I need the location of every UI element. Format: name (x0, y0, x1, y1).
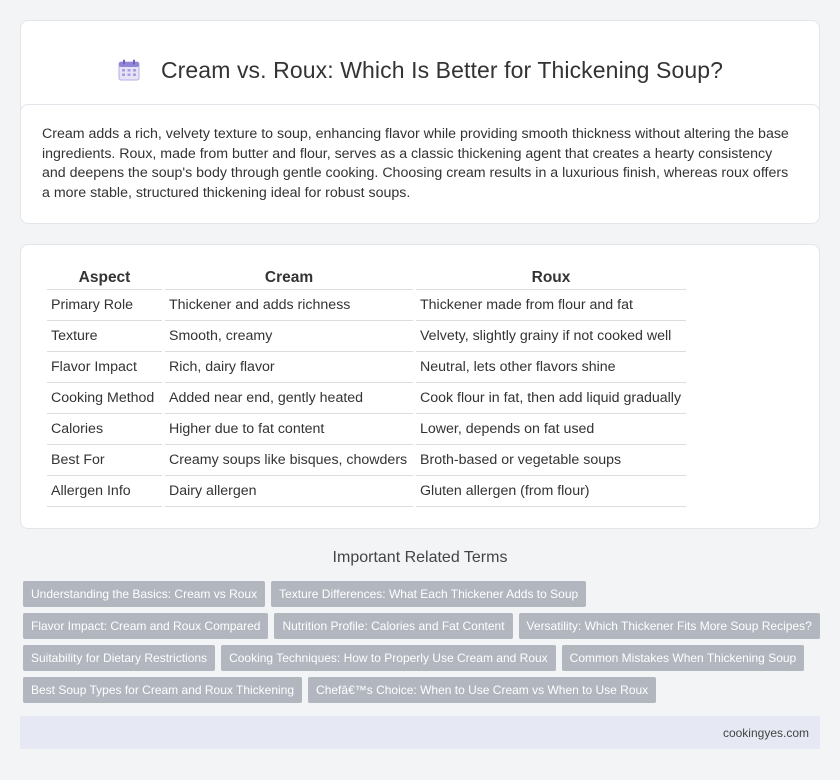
cell-aspect: Calories (47, 414, 162, 445)
cell-roux: Cook flour in fat, then add liquid gradu… (416, 383, 686, 414)
cell-roux: Gluten allergen (from flour) (416, 476, 686, 507)
cell-roux: Thickener made from flour and fat (416, 290, 686, 321)
table-row: Calories Higher due to fat content Lower… (47, 414, 686, 445)
related-term-tag[interactable]: Common Mistakes When Thickening Soup (561, 645, 805, 671)
page-title: Cream vs. Roux: Which Is Better for Thic… (160, 56, 724, 83)
table-row: Allergen Info Dairy allergen Gluten alle… (47, 476, 686, 507)
footer: cookingyes.com (20, 716, 820, 749)
header-roux: Roux (416, 267, 686, 290)
cell-aspect: Flavor Impact (47, 352, 162, 383)
cell-cream: Creamy soups like bisques, chowders (165, 445, 413, 476)
cell-aspect: Best For (47, 445, 162, 476)
related-term-tag[interactable]: Understanding the Basics: Cream vs Roux (23, 581, 266, 607)
cell-cream: Smooth, creamy (165, 321, 413, 352)
cell-cream: Rich, dairy flavor (165, 352, 413, 383)
cell-cream: Higher due to fat content (165, 414, 413, 445)
cell-roux: Broth-based or vegetable soups (416, 445, 686, 476)
related-term-tag[interactable]: Flavor Impact: Cream and Roux Compared (23, 613, 269, 639)
header-aspect: Aspect (47, 267, 162, 290)
table-row: Texture Smooth, creamy Velvety, slightly… (47, 321, 686, 352)
related-term-tag[interactable]: Chefâ€™s Choice: When to Use Cream vs Wh… (308, 677, 657, 703)
related-term-tag[interactable]: Cooking Techniques: How to Properly Use … (221, 645, 556, 671)
related-terms-heading: Important Related Terms (332, 549, 508, 566)
cell-aspect: Primary Role (47, 290, 162, 321)
header-cream: Cream (165, 267, 413, 290)
table-row: Primary Role Thickener and adds richness… (47, 290, 686, 321)
table-row: Best For Creamy soups like bisques, chow… (47, 445, 686, 476)
cell-roux: Neutral, lets other flavors shine (416, 352, 686, 383)
cell-roux: Velvety, slightly grainy if not cooked w… (416, 321, 686, 352)
intro-text: Cream adds a rich, velvety texture to so… (42, 126, 789, 201)
calendar-icon (117, 58, 141, 82)
cell-cream: Thickener and adds richness (165, 290, 413, 321)
table-row: Cooking Method Added near end, gently he… (47, 383, 686, 414)
related-term-tag[interactable]: Suitability for Dietary Restrictions (23, 645, 216, 671)
related-term-tag[interactable]: Best Soup Types for Cream and Roux Thick… (23, 677, 303, 703)
related-term-tag[interactable]: Versatility: Which Thickener Fits More S… (518, 613, 820, 639)
cell-cream: Dairy allergen (165, 476, 413, 507)
footer-site-link[interactable]: cookingyes.com (723, 726, 809, 740)
comparison-card: Aspect Cream Roux Primary Role Thickener… (20, 244, 820, 529)
comparison-table: Aspect Cream Roux Primary Role Thickener… (44, 267, 689, 507)
cell-aspect: Texture (47, 321, 162, 352)
cell-aspect: Cooking Method (47, 383, 162, 414)
table-header-row: Aspect Cream Roux (47, 267, 686, 290)
cell-roux: Lower, depends on fat used (416, 414, 686, 445)
related-terms-list: Understanding the Basics: Cream vs Roux … (23, 581, 823, 703)
cell-aspect: Allergen Info (47, 476, 162, 507)
cell-cream: Added near end, gently heated (165, 383, 413, 414)
related-term-tag[interactable]: Texture Differences: What Each Thickener… (271, 581, 587, 607)
related-term-tag[interactable]: Nutrition Profile: Calories and Fat Cont… (274, 613, 513, 639)
intro-card: Cream adds a rich, velvety texture to so… (20, 104, 820, 224)
table-row: Flavor Impact Rich, dairy flavor Neutral… (47, 352, 686, 383)
